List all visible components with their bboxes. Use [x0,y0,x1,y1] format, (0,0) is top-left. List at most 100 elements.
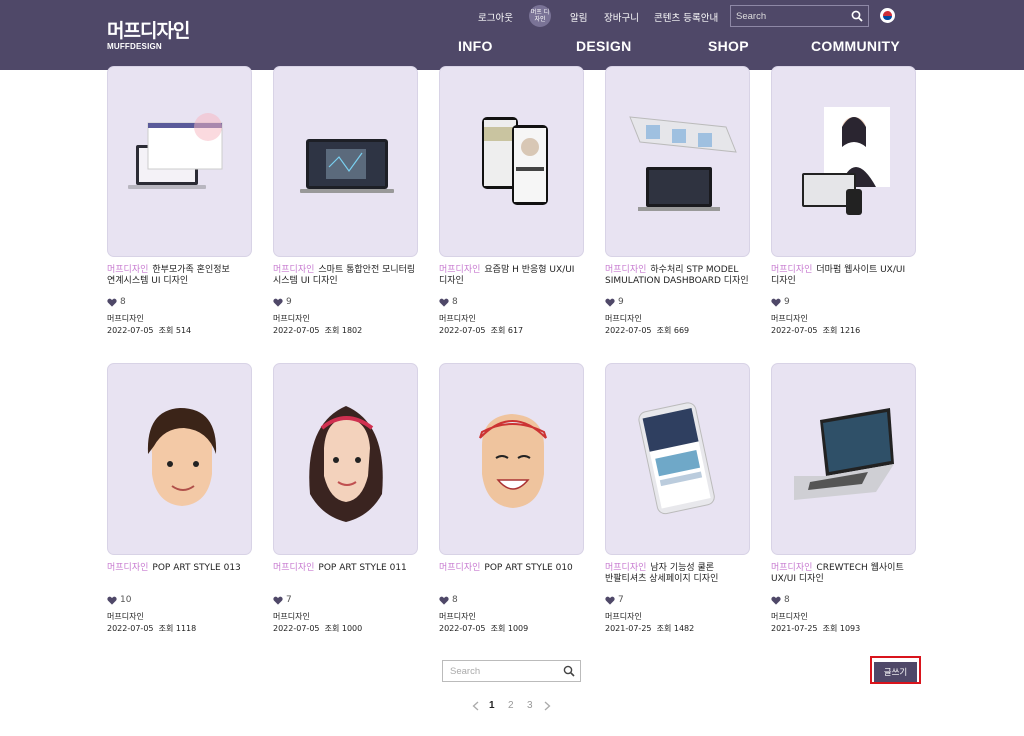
post-date: 2022-07-05 [107,624,154,633]
like-count[interactable]: 9 [605,297,624,307]
post-thumbnail[interactable] [273,66,418,257]
post-author: 머프디자인 [605,612,642,621]
like-count[interactable]: 8 [439,297,458,307]
post-views: 조회 1000 [324,624,363,633]
post-category: 머프디자인 [273,265,315,275]
like-count[interactable]: 9 [273,297,292,307]
board-search-input[interactable] [450,664,560,678]
heart-icon[interactable] [107,298,117,307]
heart-icon[interactable] [273,596,283,605]
like-number: 7 [286,595,292,605]
cart-link[interactable]: 장바구니 [604,10,639,24]
post-views: 조회 617 [490,326,524,335]
post-meta: 2022-07-05 조회 617 [439,325,523,336]
like-number: 8 [784,595,790,605]
board-search-box [442,660,581,682]
like-count[interactable]: 8 [771,595,790,605]
post-date: 2022-07-05 [273,624,320,633]
post-thumbnail[interactable] [439,363,584,555]
post-category: 머프디자인 [107,563,149,573]
post-meta: 2021-07-25 조회 1482 [605,623,694,634]
heart-icon[interactable] [605,596,615,605]
thumbnail-illustration [108,364,251,554]
like-count[interactable]: 7 [605,595,624,605]
post-author: 머프디자인 [107,314,144,323]
post-title[interactable]: 머프디자인 CREWTECH 웹사이트 UX/UI 디자인 [771,563,916,585]
site-logo[interactable]: 머프디자인 MUFFDESIGN [107,20,193,52]
post-thumbnail[interactable] [107,363,252,555]
heart-icon[interactable] [605,298,615,307]
post-category: 머프디자인 [605,563,647,573]
post-views: 조회 669 [656,326,690,335]
post-title-text: POP ART STYLE 010 [484,563,573,573]
heart-icon[interactable] [107,596,117,605]
logout-link[interactable]: 로그아웃 [478,10,513,24]
heart-icon[interactable] [273,298,283,307]
nav-community[interactable]: COMMUNITY [811,38,900,54]
post-thumbnail[interactable] [439,66,584,257]
post-views: 조회 1216 [822,326,861,335]
logo-korean: 머프디자인 [107,20,190,42]
like-number: 8 [452,297,458,307]
post-title[interactable]: 머프디자인 남자 기능성 쿨론 반팔티셔츠 상세페이지 디자인 [605,563,750,585]
chevron-left-icon[interactable] [472,701,479,711]
post-date: 2022-07-05 [439,624,486,633]
content-register-link[interactable]: 콘텐츠 등록안내 [654,10,718,24]
profile-badge[interactable]: 머프 디자인 [529,5,551,27]
post-thumbnail[interactable] [605,363,750,555]
header-search-input[interactable] [736,9,846,23]
post-category: 머프디자인 [771,265,813,275]
post-title[interactable]: 머프디자인 POP ART STYLE 011 [273,563,418,574]
post-views: 조회 1009 [490,624,529,633]
post-meta: 2021-07-25 조회 1093 [771,623,860,634]
nav-info[interactable]: INFO [458,38,493,54]
post-author: 머프디자인 [771,612,808,621]
post-title[interactable]: 머프디자인 한부모가족 혼인정보 연계시스템 UI 디자인 [107,265,252,287]
post-thumbnail[interactable] [771,363,916,555]
like-count[interactable]: 8 [439,595,458,605]
post-title[interactable]: 머프디자인 하수처리 STP MODEL SIMULATION DASHBOARD… [605,265,750,287]
heart-icon[interactable] [771,596,781,605]
logo-english: MUFFDESIGN [107,42,162,51]
heart-icon[interactable] [439,596,449,605]
post-title-text: POP ART STYLE 011 [318,563,407,573]
post-date: 2022-07-05 [107,326,154,335]
page-2[interactable]: 2 [508,700,514,711]
write-button[interactable]: 글쓰기 [874,662,917,682]
like-count[interactable]: 10 [107,595,131,605]
post-meta: 2022-07-05 조회 1009 [439,623,528,634]
alarm-link[interactable]: 알림 [570,10,587,24]
post-title[interactable]: 머프디자인 더마펌 웹사이트 UX/UI 디자인 [771,265,916,287]
post-thumbnail[interactable] [605,66,750,257]
search-icon[interactable] [851,10,863,22]
post-title[interactable]: 머프디자인 POP ART STYLE 010 [439,563,584,574]
search-icon[interactable] [563,665,575,677]
post-author: 머프디자인 [771,314,808,323]
post-title[interactable]: 머프디자인 스마트 통합안전 모니터링 시스템 UI 디자인 [273,265,418,287]
post-date: 2021-07-25 [605,624,652,633]
post-views: 조회 514 [158,326,192,335]
like-count[interactable]: 9 [771,297,790,307]
post-meta: 2022-07-05 조회 1216 [771,325,860,336]
post-title[interactable]: 머프디자인 요즘맘 H 반응형 UX/UI 디자인 [439,265,584,287]
heart-icon[interactable] [439,298,449,307]
post-thumbnail[interactable] [273,363,418,555]
post-title[interactable]: 머프디자인 POP ART STYLE 013 [107,563,252,574]
thumbnail-illustration [274,364,417,554]
post-views: 조회 1802 [324,326,363,335]
post-thumbnail[interactable] [107,66,252,257]
nav-design[interactable]: DESIGN [576,38,631,54]
like-number: 9 [286,297,292,307]
page-3[interactable]: 3 [527,700,533,711]
like-count[interactable]: 8 [107,297,126,307]
like-number: 9 [618,297,624,307]
page-1[interactable]: 1 [489,700,495,711]
like-number: 9 [784,297,790,307]
nav-shop[interactable]: SHOP [708,38,749,54]
post-thumbnail[interactable] [771,66,916,257]
header-search-box [730,5,869,27]
like-count[interactable]: 7 [273,595,292,605]
chevron-right-icon[interactable] [544,701,551,711]
korea-flag-icon[interactable] [880,8,895,23]
heart-icon[interactable] [771,298,781,307]
